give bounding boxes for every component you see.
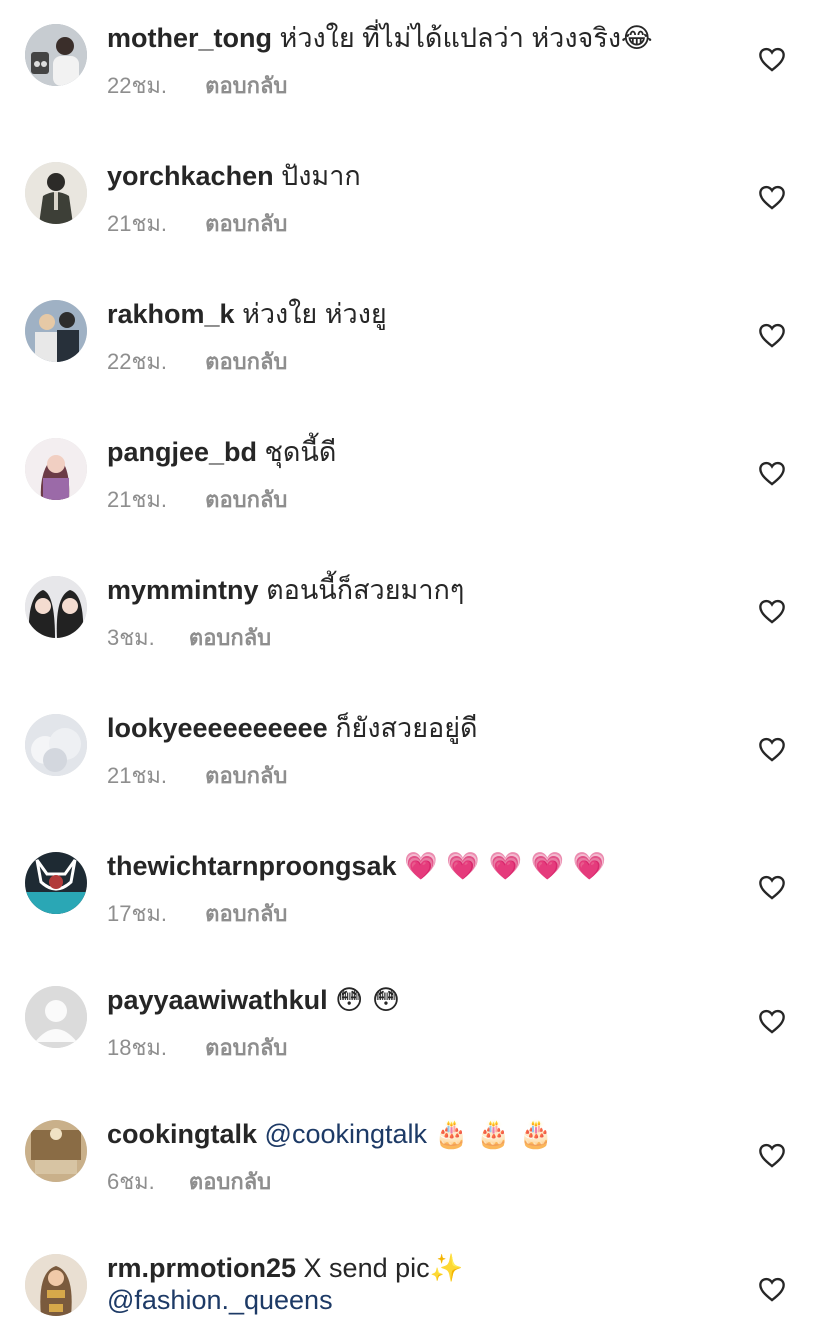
comment-time: 21ชม.: [107, 211, 168, 236]
reply-button[interactable]: ตอบกลับ: [205, 487, 287, 512]
comment-meta: 6ชม. ตอบกลับ: [107, 1164, 271, 1199]
comment-username[interactable]: cookingtalk: [107, 1119, 257, 1149]
comment-text: mymmintny ตอนนี้ก็สวยมากๆ: [107, 574, 727, 606]
avatar[interactable]: [25, 1120, 87, 1182]
comment-text: lookyeeeeeeeeee ก็ยังสวยอยู่ดี: [107, 712, 727, 744]
comment-meta: 21ชม. ตอบกลับ: [107, 758, 287, 793]
comment-username[interactable]: rm.prmotion25: [107, 1253, 296, 1283]
comment-time: 6ชม.: [107, 1169, 155, 1194]
default-avatar-icon[interactable]: [25, 986, 87, 1048]
comment-text: thewichtarnproongsak 💗 💗 💗 💗 💗: [107, 850, 727, 883]
avatar[interactable]: [25, 438, 87, 500]
reply-button[interactable]: ตอบกลับ: [205, 73, 287, 98]
comment-time: 18ชม.: [107, 1035, 168, 1060]
comment-emoji: 🎂 🎂 🎂: [434, 1119, 553, 1150]
comment-time: 3ชม.: [107, 625, 155, 650]
reply-button[interactable]: ตอบกลับ: [205, 901, 287, 926]
comment-time: 21ชม.: [107, 487, 168, 512]
avatar[interactable]: [25, 300, 87, 362]
reply-button[interactable]: ตอบกลับ: [189, 625, 271, 650]
comment-text: mother_tong ห่วงใย ที่ไม่ได้แปลว่า ห่วงจ…: [107, 22, 727, 54]
comment-meta: 17ชม. ตอบกลับ: [107, 896, 287, 931]
comment-text: rakhom_k ห่วงใย ห่วงยู: [107, 298, 727, 330]
comment-meta: 22ชม. ตอบกลับ: [107, 344, 287, 379]
heart-outline-icon[interactable]: [758, 1276, 786, 1302]
heart-outline-icon[interactable]: [758, 736, 786, 762]
mention-link[interactable]: @cookingtalk: [265, 1119, 428, 1149]
comment-username[interactable]: lookyeeeeeeeeee: [107, 713, 328, 743]
heart-outline-icon[interactable]: [758, 184, 786, 210]
heart-outline-icon[interactable]: [758, 322, 786, 348]
comment-time: 17ชม.: [107, 901, 168, 926]
comment-username[interactable]: rakhom_k: [107, 299, 235, 329]
comment-username[interactable]: mother_tong: [107, 23, 272, 53]
comment-emoji: 💗 💗 💗 💗 💗: [404, 851, 607, 882]
comment-username[interactable]: thewichtarnproongsak: [107, 851, 397, 881]
comment-body: ห่วงใย ที่ไม่ได้แปลว่า ห่วงจริง😂: [279, 23, 653, 53]
avatar[interactable]: [25, 714, 87, 776]
comment-meta: 21ชม. ตอบกลับ: [107, 206, 287, 241]
comment-time: 22ชม.: [107, 349, 168, 374]
comment-body: ห่วงใย ห่วงยู: [242, 299, 387, 329]
comment-username[interactable]: yorchkachen: [107, 161, 274, 191]
heart-outline-icon[interactable]: [758, 874, 786, 900]
reply-button[interactable]: ตอบกลับ: [189, 1169, 271, 1194]
avatar[interactable]: [25, 24, 87, 86]
comment-body: ชุดนี้ดี: [264, 437, 337, 467]
comment-body: ตอนนี้ก็สวยมากๆ: [266, 575, 465, 605]
heart-outline-icon[interactable]: [758, 46, 786, 72]
comment-text: payyaawiwathkul 😳 😳: [107, 984, 727, 1017]
comment-text: cookingtalk @cookingtalk 🎂 🎂 🎂: [107, 1118, 727, 1151]
comment-time: 22ชม.: [107, 73, 168, 98]
heart-outline-icon[interactable]: [758, 1008, 786, 1034]
avatar[interactable]: [25, 852, 87, 914]
mention-link[interactable]: @fashion._queens: [107, 1285, 333, 1315]
comment-body: ก็ยังสวยอยู่ดี: [335, 713, 478, 743]
comment-meta: 3ชม. ตอบกลับ: [107, 620, 271, 655]
comment-text: pangjee_bd ชุดนี้ดี: [107, 436, 727, 468]
comment-emoji: 😳 😳: [335, 985, 400, 1016]
reply-button[interactable]: ตอบกลับ: [205, 349, 287, 374]
reply-button[interactable]: ตอบกลับ: [205, 1035, 287, 1060]
comment-meta: 18ชม. ตอบกลับ: [107, 1030, 287, 1065]
comment-text: rm.prmotion25 X send pic✨ @fashion._quee…: [107, 1252, 467, 1316]
comment-username[interactable]: payyaawiwathkul: [107, 985, 328, 1015]
comment-meta: 22ชม. ตอบกลับ: [107, 68, 287, 103]
heart-outline-icon[interactable]: [758, 598, 786, 624]
comment-time: 21ชม.: [107, 763, 168, 788]
comment-body: ปังมาก: [281, 161, 361, 191]
comment-body: X send pic✨: [303, 1253, 464, 1283]
comment-meta: 21ชม. ตอบกลับ: [107, 482, 287, 517]
heart-outline-icon[interactable]: [758, 1142, 786, 1168]
comment-username[interactable]: pangjee_bd: [107, 437, 257, 467]
comment-username[interactable]: mymmintny: [107, 575, 259, 605]
reply-button[interactable]: ตอบกลับ: [205, 211, 287, 236]
heart-outline-icon[interactable]: [758, 460, 786, 486]
avatar[interactable]: [25, 1254, 87, 1316]
avatar[interactable]: [25, 162, 87, 224]
reply-button[interactable]: ตอบกลับ: [205, 763, 287, 788]
comment-text: yorchkachen ปังมาก: [107, 160, 727, 192]
avatar[interactable]: [25, 576, 87, 638]
